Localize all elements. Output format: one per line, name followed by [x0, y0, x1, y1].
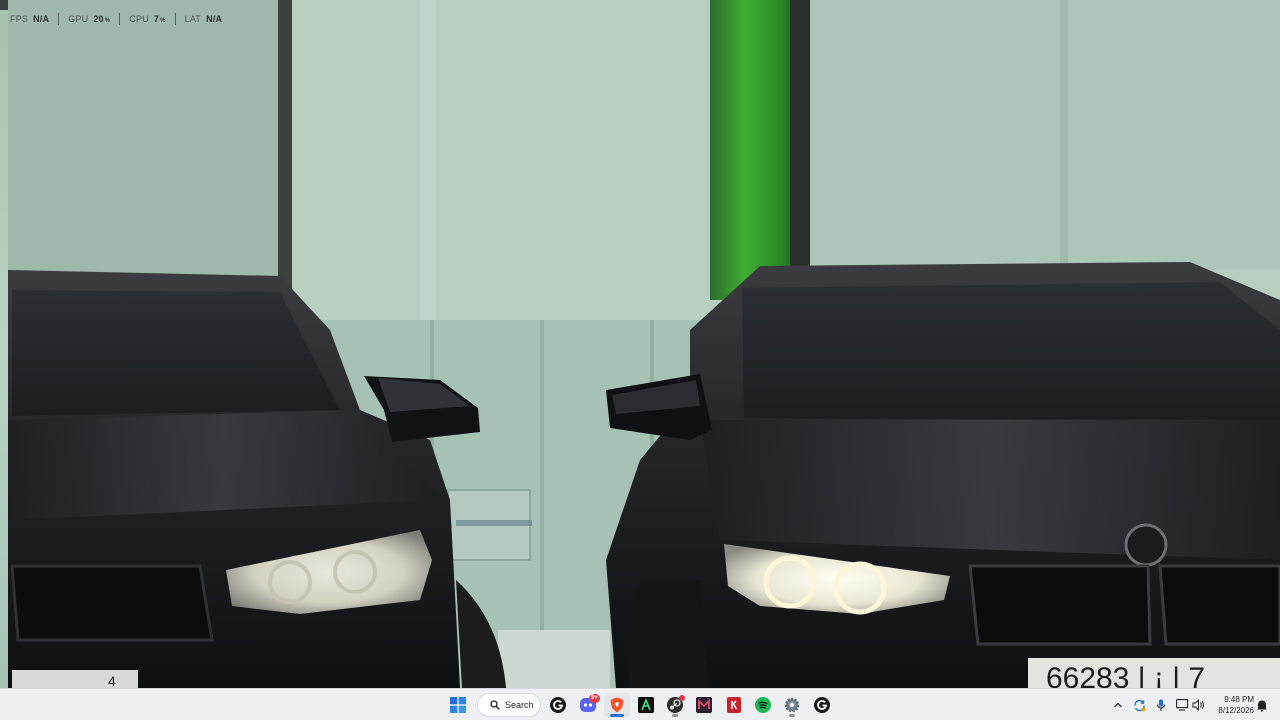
tray-network[interactable] — [1175, 698, 1189, 712]
taskbar: Search 9+ 9:48 PM 8/12/2026 — [0, 688, 1280, 720]
metric-unit: % — [160, 18, 166, 24]
gpu-metric: GPU 20 % — [68, 13, 121, 25]
windows-start-icon — [450, 697, 466, 713]
chevron-up-icon — [1114, 702, 1122, 708]
taskbar-search-box[interactable]: Search — [477, 693, 541, 717]
taskbar-app-discord[interactable]: 9+ — [575, 693, 601, 717]
notifications-button[interactable] — [1255, 698, 1269, 712]
taskbar-app-settings[interactable] — [779, 693, 805, 717]
active-indicator — [610, 714, 624, 717]
svg-text:66283 | ¡ | 7: 66283 | ¡ | 7 — [1046, 662, 1205, 688]
notification-dot — [679, 695, 685, 701]
performance-overlay: FPS N/A GPU 20 % CPU 7 % LAT N/A — [10, 12, 240, 26]
desktop: 4 66283 | ¡ | 7 FPS N/A GPU 20 % CPU 7 % — [0, 0, 1280, 688]
svg-text:4: 4 — [108, 673, 116, 688]
show-hidden-icons-button[interactable] — [1111, 698, 1125, 712]
notification-badge: 9+ — [589, 694, 600, 703]
microphone-icon — [1156, 699, 1166, 711]
start-button[interactable] — [445, 693, 471, 717]
display-icon — [1175, 699, 1188, 711]
notification-bell-icon — [1257, 700, 1267, 712]
volume-icon — [1192, 699, 1204, 711]
taskbar-app-steam[interactable] — [662, 693, 688, 717]
tray-sync[interactable] — [1132, 698, 1146, 712]
a-app-icon — [638, 697, 654, 713]
spotify-icon — [755, 697, 771, 713]
g-app-icon — [814, 697, 830, 713]
search-icon — [490, 700, 500, 710]
taskbar-clock[interactable]: 9:48 PM 8/12/2026 — [1212, 694, 1254, 716]
metric-value: N/A — [206, 14, 223, 24]
metric-unit: % — [104, 18, 111, 24]
taskbar-app-g[interactable] — [545, 693, 571, 717]
sync-icon — [1133, 699, 1145, 711]
metric-value: 20 — [93, 14, 104, 24]
m-app-icon — [696, 697, 712, 713]
fps-metric: FPS N/A — [10, 13, 60, 25]
g-app-icon — [550, 697, 566, 713]
wallpaper-image: 4 66283 | ¡ | 7 — [0, 0, 1280, 688]
clock-date: 8/12/2026 — [1218, 706, 1254, 715]
cpu-metric: CPU 7 % — [129, 13, 176, 25]
search-label: Search — [505, 700, 534, 710]
settings-gear-icon — [784, 697, 800, 713]
running-indicator — [789, 714, 795, 717]
brave-icon — [610, 697, 624, 713]
running-indicator — [672, 714, 678, 717]
clock-time: 9:48 PM — [1224, 695, 1254, 704]
red-app-icon — [727, 697, 741, 713]
taskbar-app-g2[interactable] — [809, 693, 835, 717]
metric-label: FPS — [10, 14, 29, 24]
tray-volume[interactable] — [1191, 698, 1205, 712]
metric-label: CPU — [129, 14, 149, 24]
metric-label: LAT — [184, 14, 202, 24]
taskbar-app-a[interactable] — [633, 693, 659, 717]
taskbar-app-brave[interactable] — [604, 693, 630, 717]
metric-value: 7 — [153, 14, 160, 24]
latency-metric: LAT N/A — [185, 13, 232, 25]
tray-microphone[interactable] — [1154, 698, 1168, 712]
metric-label: GPU — [68, 14, 89, 24]
taskbar-app-m[interactable] — [691, 693, 717, 717]
taskbar-app-spotify[interactable] — [750, 693, 776, 717]
taskbar-app-red[interactable] — [721, 693, 747, 717]
metric-value: N/A — [33, 14, 50, 24]
